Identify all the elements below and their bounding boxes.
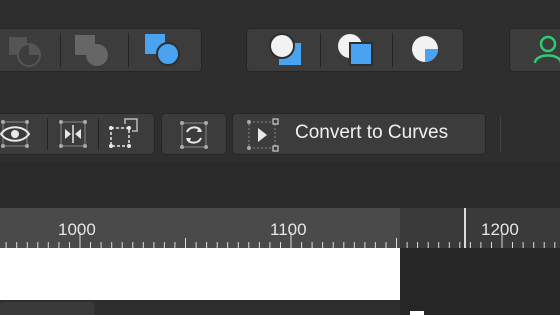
transform-origin-icon[interactable]	[99, 114, 154, 154]
back-one-front-icon[interactable]	[321, 29, 392, 71]
transform-group	[0, 113, 155, 155]
convert-curves-icon	[247, 118, 279, 152]
boolean-ops-group	[0, 28, 202, 72]
pasteboard[interactable]	[400, 248, 560, 315]
bottom-panel-tab[interactable]	[0, 302, 94, 315]
divide-icon[interactable]	[129, 29, 201, 71]
convert-to-curves-button[interactable]: Convert to Curves	[232, 113, 486, 155]
ruler-label-1100: 1100	[270, 220, 307, 239]
horizontal-ruler[interactable]: 1000 1100 1200	[0, 208, 560, 248]
toolbar-spacer	[0, 162, 560, 208]
arrange-ops-group	[246, 28, 464, 72]
front-one-back-icon[interactable]	[247, 29, 320, 71]
context-toolbar: Convert to Curves	[0, 100, 560, 162]
intersect-icon[interactable]	[61, 29, 128, 71]
eye-icon[interactable]	[0, 114, 47, 154]
person-icon	[533, 35, 560, 64]
rotate-icon	[180, 121, 208, 149]
ruler-cursor-marker	[464, 208, 466, 248]
flip-horizontal-icon[interactable]	[48, 114, 98, 154]
toolbar-divider	[500, 116, 501, 152]
selection-handle	[410, 311, 424, 315]
ruler-label-1000: 1000	[58, 220, 96, 239]
persona-button[interactable]	[509, 28, 560, 72]
subtract-icon[interactable]	[0, 29, 60, 71]
artboard[interactable]	[0, 248, 400, 300]
main-toolbar	[0, 0, 560, 100]
ruler-label-1200: 1200	[481, 220, 519, 239]
convert-to-curves-label: Convert to Curves	[295, 122, 449, 143]
rotate-button[interactable]	[161, 113, 227, 155]
clip-icon[interactable]	[393, 29, 465, 71]
